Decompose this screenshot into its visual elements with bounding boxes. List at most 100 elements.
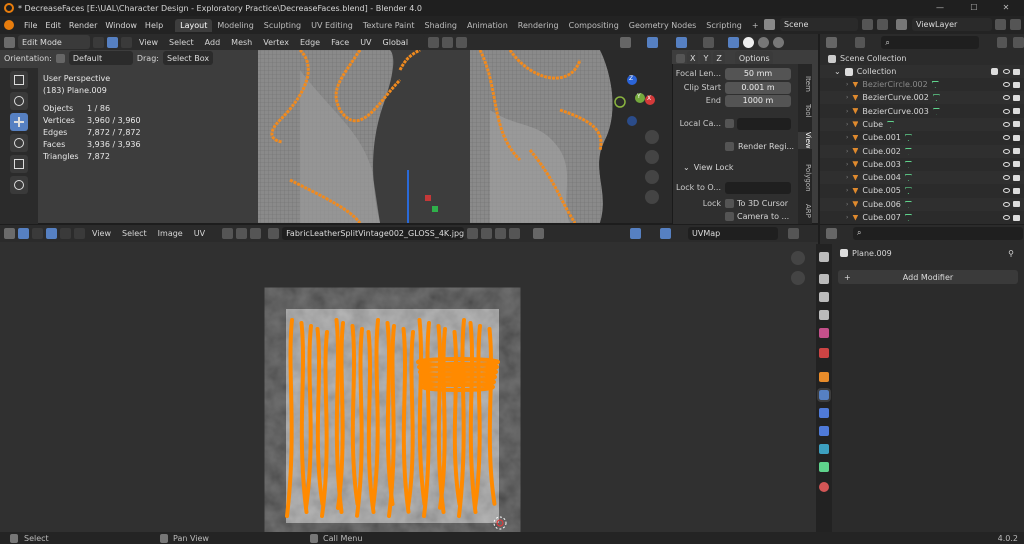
pin-properties-icon[interactable]: ⚲ — [1008, 249, 1014, 258]
new-scene-icon[interactable] — [862, 19, 873, 30]
minimize-button[interactable]: — — [924, 0, 956, 16]
viewlayer-selector[interactable]: ViewLayer — [912, 18, 992, 31]
expand-arrow-icon[interactable]: › — [846, 161, 848, 168]
uv-sync-icon[interactable] — [18, 228, 29, 239]
outliner-item[interactable]: › Cube.002 — [820, 144, 1024, 158]
vp-menu-mesh[interactable]: Mesh — [227, 38, 256, 47]
new-viewlayer-icon[interactable] — [995, 19, 1006, 30]
scale-tool[interactable] — [10, 155, 28, 173]
scene-selector[interactable]: Scene — [780, 18, 858, 31]
outliner-item[interactable]: › BezierCurve.002 — [820, 91, 1024, 105]
tab-tool[interactable]: Tool — [798, 104, 812, 118]
tab-geometry-nodes[interactable]: Geometry Nodes — [624, 19, 701, 32]
outliner-editor-icon[interactable] — [826, 37, 837, 48]
add-workspace-button[interactable]: + — [747, 19, 764, 32]
drag-selector[interactable]: Select Box — [162, 51, 213, 65]
axis-z-button[interactable]: Z — [713, 51, 725, 65]
proportional-icon[interactable] — [455, 36, 467, 48]
eye-icon[interactable] — [1003, 121, 1010, 127]
menu-render[interactable]: Render — [65, 21, 101, 30]
render-camera-icon[interactable] — [1013, 94, 1020, 101]
focal-length-field[interactable]: 50 mm — [725, 67, 791, 80]
vp-menu-face[interactable]: Face — [327, 38, 353, 47]
image-fake-user-icon[interactable] — [467, 228, 479, 239]
pivot-icon[interactable] — [427, 36, 439, 48]
eye-icon[interactable] — [1003, 82, 1010, 87]
render-region-checkbox[interactable] — [725, 142, 734, 151]
delete-viewlayer-icon[interactable] — [1010, 19, 1021, 30]
expand-arrow-icon[interactable]: › — [846, 134, 848, 141]
uv-editor[interactable] — [0, 242, 818, 532]
material-props-icon[interactable] — [819, 482, 829, 492]
expand-arrow-icon[interactable]: › — [846, 108, 848, 115]
expand-arrow-icon[interactable]: › — [846, 201, 848, 208]
eye-icon[interactable] — [1003, 188, 1010, 194]
zoom-icon[interactable] — [645, 130, 659, 144]
rendered-shading-icon[interactable] — [773, 37, 784, 48]
expand-arrow-icon[interactable]: › — [846, 121, 848, 128]
render-camera-icon[interactable] — [1013, 201, 1020, 208]
render-camera-icon[interactable] — [1013, 174, 1020, 181]
lock-to-cursor-checkbox[interactable] — [725, 199, 734, 208]
tab-item[interactable]: Item — [798, 76, 812, 92]
blender-menu-icon[interactable] — [4, 20, 14, 30]
outliner-item[interactable]: › Cube.005 — [820, 184, 1024, 197]
tab-texture-paint[interactable]: Texture Paint — [358, 19, 420, 32]
tab-compositing[interactable]: Compositing — [564, 19, 624, 32]
gizmo-toggle-icon[interactable] — [647, 37, 658, 48]
uv-overlay-icon[interactable] — [660, 228, 671, 239]
data-props-icon[interactable] — [819, 462, 829, 472]
view-lock-header[interactable]: View Lock — [694, 163, 734, 172]
collection-chevron-icon[interactable]: ⌄ — [834, 67, 841, 76]
snap-icon[interactable] — [441, 36, 453, 48]
tab-arp[interactable]: ARP — [798, 204, 812, 218]
delete-scene-icon[interactable] — [877, 19, 888, 30]
properties-editor-icon[interactable] — [826, 227, 837, 239]
camera-view-icon[interactable] — [645, 170, 659, 184]
xray-icon[interactable] — [703, 37, 714, 48]
lock-to-object-field[interactable] — [725, 181, 791, 194]
menu-file[interactable]: File — [20, 21, 41, 30]
uv-menu-view[interactable]: View — [88, 229, 115, 238]
uv-pan-hand-icon[interactable] — [791, 271, 805, 285]
vp-menu-add[interactable]: Add — [201, 38, 225, 47]
outliner-item[interactable]: › BezierCurve.003 — [820, 105, 1024, 118]
uv-island-select-icon[interactable] — [74, 228, 85, 239]
tool-props-icon[interactable] — [819, 252, 829, 262]
eye-icon[interactable] — [1003, 175, 1010, 181]
particles-props-icon[interactable] — [819, 408, 829, 418]
vp-menu-view[interactable]: View — [135, 38, 162, 47]
uv-display-icon[interactable] — [788, 228, 799, 239]
uv-proportional-icon[interactable] — [250, 228, 262, 239]
collection-render-icon[interactable] — [1013, 68, 1020, 75]
outliner-item[interactable]: › Cube.001 — [820, 131, 1024, 144]
collection-checkbox[interactable] — [991, 68, 998, 75]
eye-icon[interactable] — [1003, 215, 1010, 220]
eye-icon[interactable] — [1003, 201, 1010, 207]
axis-x-button[interactable]: X — [687, 51, 699, 65]
display-mode-icon[interactable] — [854, 37, 866, 48]
mirror-icon[interactable] — [676, 53, 685, 63]
uv-menu-select[interactable]: Select — [118, 229, 151, 238]
image-browse-icon[interactable] — [268, 228, 280, 239]
clip-start-field[interactable]: 0.001 m — [725, 81, 791, 94]
filter-icon[interactable] — [996, 37, 1008, 48]
uv-snap-icon[interactable] — [236, 228, 248, 239]
image-new-icon[interactable] — [481, 228, 493, 239]
object-props-icon[interactable] — [819, 372, 829, 382]
local-camera-field[interactable] — [737, 117, 791, 130]
transform-tool[interactable] — [10, 176, 28, 194]
move-tool[interactable] — [10, 113, 28, 131]
uv-vertex-select-icon[interactable] — [32, 228, 43, 239]
tab-scripting[interactable]: Scripting — [701, 19, 747, 32]
uv-face-select-icon[interactable] — [60, 228, 71, 239]
modifier-props-icon[interactable] — [817, 388, 831, 402]
tab-sculpting[interactable]: Sculpting — [259, 19, 306, 32]
vp-menu-edge[interactable]: Edge — [296, 38, 324, 47]
outliner-item[interactable]: › Cube — [820, 117, 1024, 131]
uv-pivot-icon[interactable] — [222, 228, 234, 239]
tab-uv-editing[interactable]: UV Editing — [306, 19, 358, 32]
rotate-tool[interactable] — [10, 134, 28, 152]
maximize-button[interactable]: ☐ — [958, 0, 990, 16]
tab-rendering[interactable]: Rendering — [513, 19, 564, 32]
